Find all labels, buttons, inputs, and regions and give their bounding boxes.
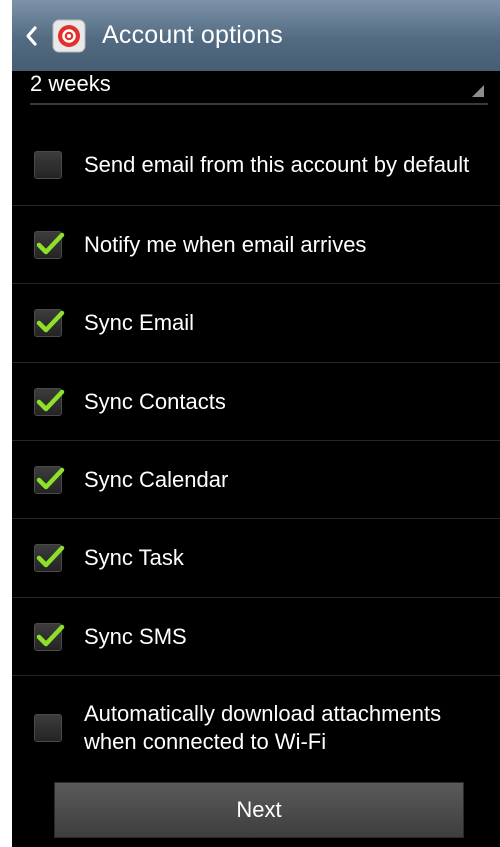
option-sync-task[interactable]: Sync Task [12, 519, 500, 598]
checkmark-icon [36, 467, 65, 489]
option-label: Sync Calendar [84, 466, 229, 492]
option-auto-download[interactable]: Automatically download attachments when … [12, 676, 500, 779]
sync-sms-checkbox[interactable] [34, 622, 65, 651]
sync-period-value: 2 weeks [30, 71, 111, 96]
app-bar: Account options [12, 0, 500, 71]
notify-checkbox[interactable] [34, 230, 65, 259]
sync-contacts-checkbox[interactable] [34, 387, 65, 416]
option-label: Send email from this account by default [84, 152, 470, 177]
checkmark-icon [36, 545, 65, 568]
option-label: Notify me when email arrives [84, 231, 367, 257]
sync-calendar-checkbox[interactable] [34, 465, 65, 494]
option-label: Sync Task [84, 545, 184, 570]
email-app-icon[interactable] [52, 19, 86, 53]
send-default-checkbox[interactable] [34, 151, 62, 179]
option-sync-email[interactable]: Sync Email [12, 284, 500, 363]
option-sync-contacts[interactable]: Sync Contacts [12, 363, 500, 441]
checkmark-icon [36, 624, 65, 646]
option-label: Automatically download attachments when … [84, 700, 442, 754]
option-label: Sync SMS [84, 623, 187, 649]
page-title: Account options [102, 21, 283, 49]
next-button[interactable]: Next [54, 782, 464, 838]
checkmark-icon [36, 389, 65, 411]
screen: Account options 2 weeks Send email from … [12, 0, 500, 847]
option-label: Sync Contacts [84, 388, 226, 414]
sync-task-checkbox[interactable] [34, 544, 65, 572]
back-button[interactable] [16, 0, 46, 71]
auto-download-checkbox[interactable] [34, 713, 62, 742]
options-list: Send email from this account by default … [12, 125, 500, 779]
checkmark-icon [36, 232, 65, 254]
sync-email-checkbox[interactable] [34, 309, 65, 337]
option-sync-calendar[interactable]: Sync Calendar [12, 441, 500, 519]
sync-period-dropdown[interactable]: 2 weeks [30, 71, 488, 105]
dropdown-arrow-icon [472, 85, 484, 97]
checkmark-icon [36, 310, 65, 333]
option-notify[interactable]: Notify me when email arrives [12, 206, 500, 284]
option-label: Sync Email [84, 310, 195, 335]
option-sync-sms[interactable]: Sync SMS [12, 598, 500, 676]
option-send-from-default[interactable]: Send email from this account by default [12, 125, 500, 206]
chevron-left-icon [26, 25, 37, 46]
